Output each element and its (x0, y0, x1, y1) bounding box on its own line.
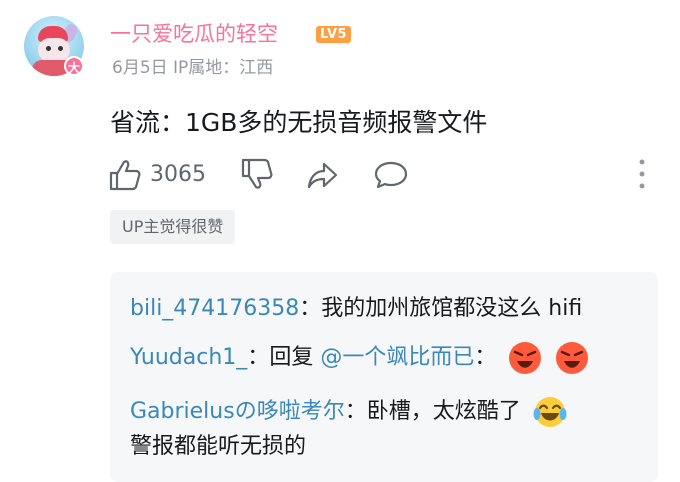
thumbs-down-icon[interactable] (240, 156, 274, 194)
reply-item[interactable]: Yuudach1_：回复 @一个飒比而已： (130, 340, 590, 376)
replies-panel[interactable]: bili_474176358：我的加州旅馆都没这么 hifi Yuudach1_… (110, 272, 658, 482)
reply-text: 我的加州旅馆都没这么 hifi (321, 296, 583, 321)
angry-emoji-icon (509, 342, 542, 374)
reply-separator: ： (344, 399, 367, 424)
comment-text: 省流：1GB多的无损音频报警文件 (110, 108, 488, 137)
avatar-badge: 大 (64, 56, 84, 76)
reply-text-continued: 警报都能听无损的 (130, 434, 307, 459)
reply-username[interactable]: bili_474176358 (130, 296, 299, 321)
reply-item[interactable]: bili_474176358：我的加州旅馆都没这么 hifi (130, 294, 582, 324)
reply-prefix: 回复 (269, 345, 321, 370)
level-badge: LV5 (316, 26, 352, 43)
reply-item[interactable]: Gabrielusの哆啦考尔：卧槽，太炫酷了 (130, 394, 568, 430)
reply-username[interactable]: Yuudach1_ (130, 345, 247, 370)
reply-mention[interactable]: @一个飒比而已 (320, 345, 474, 370)
tears-of-joy-emoji-icon (533, 397, 567, 427)
share-icon[interactable] (306, 156, 340, 194)
thumbs-up-icon[interactable] (108, 156, 142, 194)
angry-emoji-icon (556, 342, 589, 374)
comment-meta: 6月5日 IP属地：江西 (112, 58, 274, 78)
like-count: 3065 (150, 162, 206, 187)
up-liked-tag: UP主觉得很赞 (110, 210, 236, 244)
reply-separator: ： (299, 296, 322, 321)
reply-separator: ： (247, 345, 270, 370)
reply-text: 卧槽，太炫酷了 (366, 399, 521, 424)
avatar[interactable]: 大 (24, 16, 84, 76)
reply-username[interactable]: Gabrielusの哆啦考尔 (130, 399, 345, 424)
reply-separator: ： (474, 345, 497, 370)
reply-icon[interactable] (374, 156, 408, 194)
username[interactable]: 一只爱吃瓜的轻空 (110, 20, 278, 48)
more-vertical-icon[interactable] (632, 156, 652, 192)
